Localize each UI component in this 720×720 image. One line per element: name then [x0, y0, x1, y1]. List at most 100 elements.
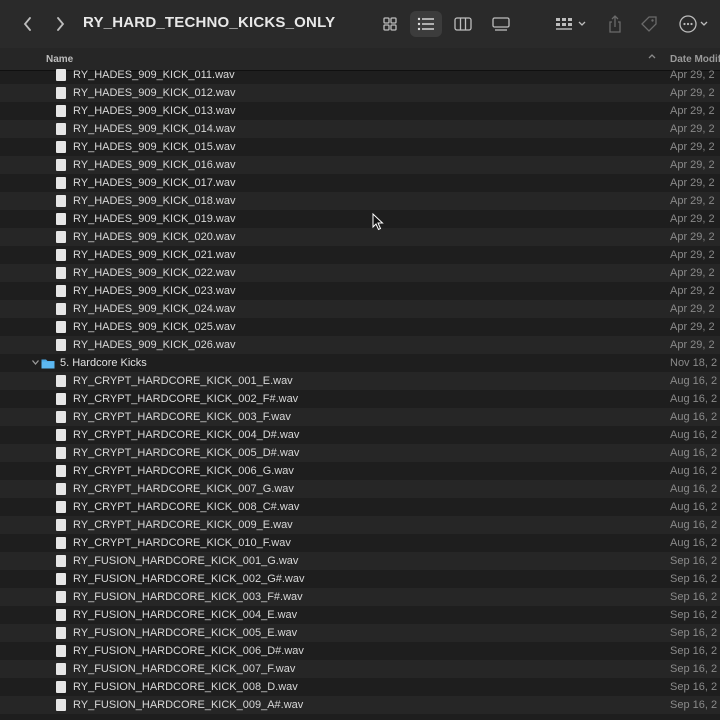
file-name: RY_HADES_909_KICK_013.wav	[73, 105, 236, 117]
file-row[interactable]: RY_FUSION_HARDCORE_KICK_002_G#.wav Sep 16…	[0, 570, 720, 588]
file-row[interactable]: RY_FUSION_HARDCORE_KICK_004_E.wav Sep 16,…	[0, 606, 720, 624]
gallery-view-icon	[492, 17, 510, 31]
date-modified: Sep 16, 2	[670, 699, 718, 711]
file-row[interactable]: RY_CRYPT_HARDCORE_KICK_009_E.wav Aug 16, …	[0, 516, 720, 534]
audio-file-icon	[56, 537, 66, 549]
file-row[interactable]: RY_CRYPT_HARDCORE_KICK_010_F.wav Aug 16, …	[0, 534, 720, 552]
file-row[interactable]: RY_HADES_909_KICK_016.wav Apr 29, 2	[0, 156, 720, 174]
date-modified: Aug 16, 2	[670, 429, 718, 441]
sort-chevron-up-icon	[648, 54, 656, 59]
share-icon	[609, 15, 621, 33]
audio-file-icon	[56, 321, 66, 333]
date-modified: Apr 29, 2	[670, 141, 715, 153]
file-row[interactable]: RY_FUSION_HARDCORE_KICK_007_F.wav Sep 16,…	[0, 660, 720, 678]
audio-file-icon	[56, 267, 66, 279]
tag-button[interactable]	[639, 12, 659, 36]
file-row[interactable]: RY_HADES_909_KICK_019.wav Apr 29, 2	[0, 210, 720, 228]
file-name: RY_HADES_909_KICK_021.wav	[73, 249, 236, 261]
file-row[interactable]: RY_HADES_909_KICK_020.wav Apr 29, 2	[0, 228, 720, 246]
audio-file-icon	[56, 447, 66, 459]
date-modified: Apr 29, 2	[670, 213, 715, 225]
audio-file-icon	[56, 339, 66, 351]
group-by-button[interactable]	[553, 12, 589, 36]
folder-row[interactable]: 5. Hardcore Kicks Nov 18, 2	[0, 354, 720, 372]
file-row[interactable]: RY_FUSION_HARDCORE_KICK_009_A#.wav Sep 16…	[0, 696, 720, 714]
chevron-right-icon	[57, 17, 65, 31]
audio-file-icon	[56, 69, 66, 81]
date-modified: Aug 16, 2	[670, 519, 718, 531]
file-row[interactable]: RY_HADES_909_KICK_024.wav Apr 29, 2	[0, 300, 720, 318]
file-row[interactable]: RY_HADES_909_KICK_023.wav Apr 29, 2	[0, 282, 720, 300]
icon-view-button[interactable]	[374, 11, 406, 37]
file-row[interactable]: RY_CRYPT_HARDCORE_KICK_006_G.wav Aug 16, …	[0, 462, 720, 480]
file-name: RY_HADES_909_KICK_015.wav	[73, 141, 236, 153]
gallery-view-button[interactable]	[485, 11, 517, 37]
audio-file-icon	[56, 699, 66, 711]
audio-file-icon	[56, 483, 66, 495]
file-row[interactable]: RY_HADES_909_KICK_013.wav Apr 29, 2	[0, 102, 720, 120]
forward-button[interactable]	[50, 12, 70, 36]
file-name: RY_FUSION_HARDCORE_KICK_009_A#.wav	[73, 699, 304, 711]
date-modified: Sep 16, 2	[670, 681, 718, 693]
column-view-button[interactable]	[447, 11, 479, 37]
file-row[interactable]: RY_HADES_909_KICK_012.wav Apr 29, 2	[0, 84, 720, 102]
disclosure-chevron-down-icon[interactable]	[31, 358, 40, 367]
file-row[interactable]: RY_HADES_909_KICK_017.wav Apr 29, 2	[0, 174, 720, 192]
file-row[interactable]: RY_HADES_909_KICK_025.wav Apr 29, 2	[0, 318, 720, 336]
file-row[interactable]: RY_CRYPT_HARDCORE_KICK_008_C#.wav Aug 16,…	[0, 498, 720, 516]
file-row[interactable]: RY_FUSION_HARDCORE_KICK_005_E.wav Sep 16,…	[0, 624, 720, 642]
date-modified-column-header[interactable]: Date Modified	[670, 54, 720, 65]
file-name: RY_CRYPT_HARDCORE_KICK_001_E.wav	[73, 375, 293, 387]
more-actions-button[interactable]	[677, 12, 711, 36]
date-modified: Apr 29, 2	[670, 105, 715, 117]
file-row[interactable]: RY_FUSION_HARDCORE_KICK_008_D.wav Sep 16,…	[0, 678, 720, 696]
file-row[interactable]: RY_HADES_909_KICK_026.wav Apr 29, 2	[0, 336, 720, 354]
file-row[interactable]: RY_FUSION_HARDCORE_KICK_003_F#.wav Sep 16…	[0, 588, 720, 606]
file-row[interactable]: RY_FUSION_HARDCORE_KICK_001_G.wav Sep 16,…	[0, 552, 720, 570]
date-modified: Apr 29, 2	[670, 339, 715, 351]
audio-file-icon	[56, 249, 66, 261]
audio-file-icon	[56, 375, 66, 387]
date-modified: Apr 29, 2	[670, 195, 715, 207]
file-name: RY_HADES_909_KICK_024.wav	[73, 303, 236, 315]
file-name: RY_HADES_909_KICK_014.wav	[73, 123, 236, 135]
file-name: RY_HADES_909_KICK_020.wav	[73, 231, 236, 243]
file-name: RY_HADES_909_KICK_023.wav	[73, 285, 236, 297]
date-modified: Apr 29, 2	[670, 177, 715, 189]
file-row[interactable]: RY_CRYPT_HARDCORE_KICK_002_F#.wav Aug 16,…	[0, 390, 720, 408]
chevron-left-icon	[23, 17, 31, 31]
date-modified: Apr 29, 2	[670, 321, 715, 333]
date-modified: Sep 16, 2	[670, 627, 718, 639]
file-name: RY_HADES_909_KICK_026.wav	[73, 339, 236, 351]
file-row[interactable]: RY_HADES_909_KICK_022.wav Apr 29, 2	[0, 264, 720, 282]
group-by-icon	[556, 18, 586, 30]
audio-file-icon	[56, 177, 66, 189]
date-modified: Sep 16, 2	[670, 591, 718, 603]
file-row[interactable]: RY_HADES_909_KICK_011.wav Apr 29, 2	[0, 66, 720, 84]
more-actions-icon	[679, 15, 708, 33]
share-button[interactable]	[605, 12, 625, 36]
file-row[interactable]: RY_HADES_909_KICK_015.wav Apr 29, 2	[0, 138, 720, 156]
file-row[interactable]: RY_FUSION_HARDCORE_KICK_006_D#.wav Sep 16…	[0, 642, 720, 660]
audio-file-icon	[56, 591, 66, 603]
file-name: 5. Hardcore Kicks	[60, 357, 147, 369]
file-row[interactable]: RY_CRYPT_HARDCORE_KICK_007_G.wav Aug 16, …	[0, 480, 720, 498]
file-row[interactable]: RY_CRYPT_HARDCORE_KICK_001_E.wav Aug 16, …	[0, 372, 720, 390]
list-view-button[interactable]	[410, 11, 442, 37]
name-column-header[interactable]: Name	[46, 54, 73, 65]
file-row[interactable]: RY_HADES_909_KICK_014.wav Apr 29, 2	[0, 120, 720, 138]
back-button[interactable]	[18, 12, 38, 36]
file-name: RY_CRYPT_HARDCORE_KICK_004_D#.wav	[73, 429, 300, 441]
audio-file-icon	[56, 573, 66, 585]
grid-view-icon	[383, 17, 397, 31]
file-row[interactable]: RY_CRYPT_HARDCORE_KICK_005_D#.wav Aug 16,…	[0, 444, 720, 462]
file-name: RY_FUSION_HARDCORE_KICK_006_D#.wav	[73, 645, 304, 657]
audio-file-icon	[56, 87, 66, 99]
date-modified: Sep 16, 2	[670, 663, 718, 675]
file-row[interactable]: RY_HADES_909_KICK_021.wav Apr 29, 2	[0, 246, 720, 264]
file-row[interactable]: RY_CRYPT_HARDCORE_KICK_004_D#.wav Aug 16,…	[0, 426, 720, 444]
date-modified: Aug 16, 2	[670, 537, 718, 549]
file-row[interactable]: RY_CRYPT_HARDCORE_KICK_003_F.wav Aug 16, …	[0, 408, 720, 426]
file-row[interactable]: RY_HADES_909_KICK_018.wav Apr 29, 2	[0, 192, 720, 210]
date-modified: Aug 16, 2	[670, 501, 718, 513]
